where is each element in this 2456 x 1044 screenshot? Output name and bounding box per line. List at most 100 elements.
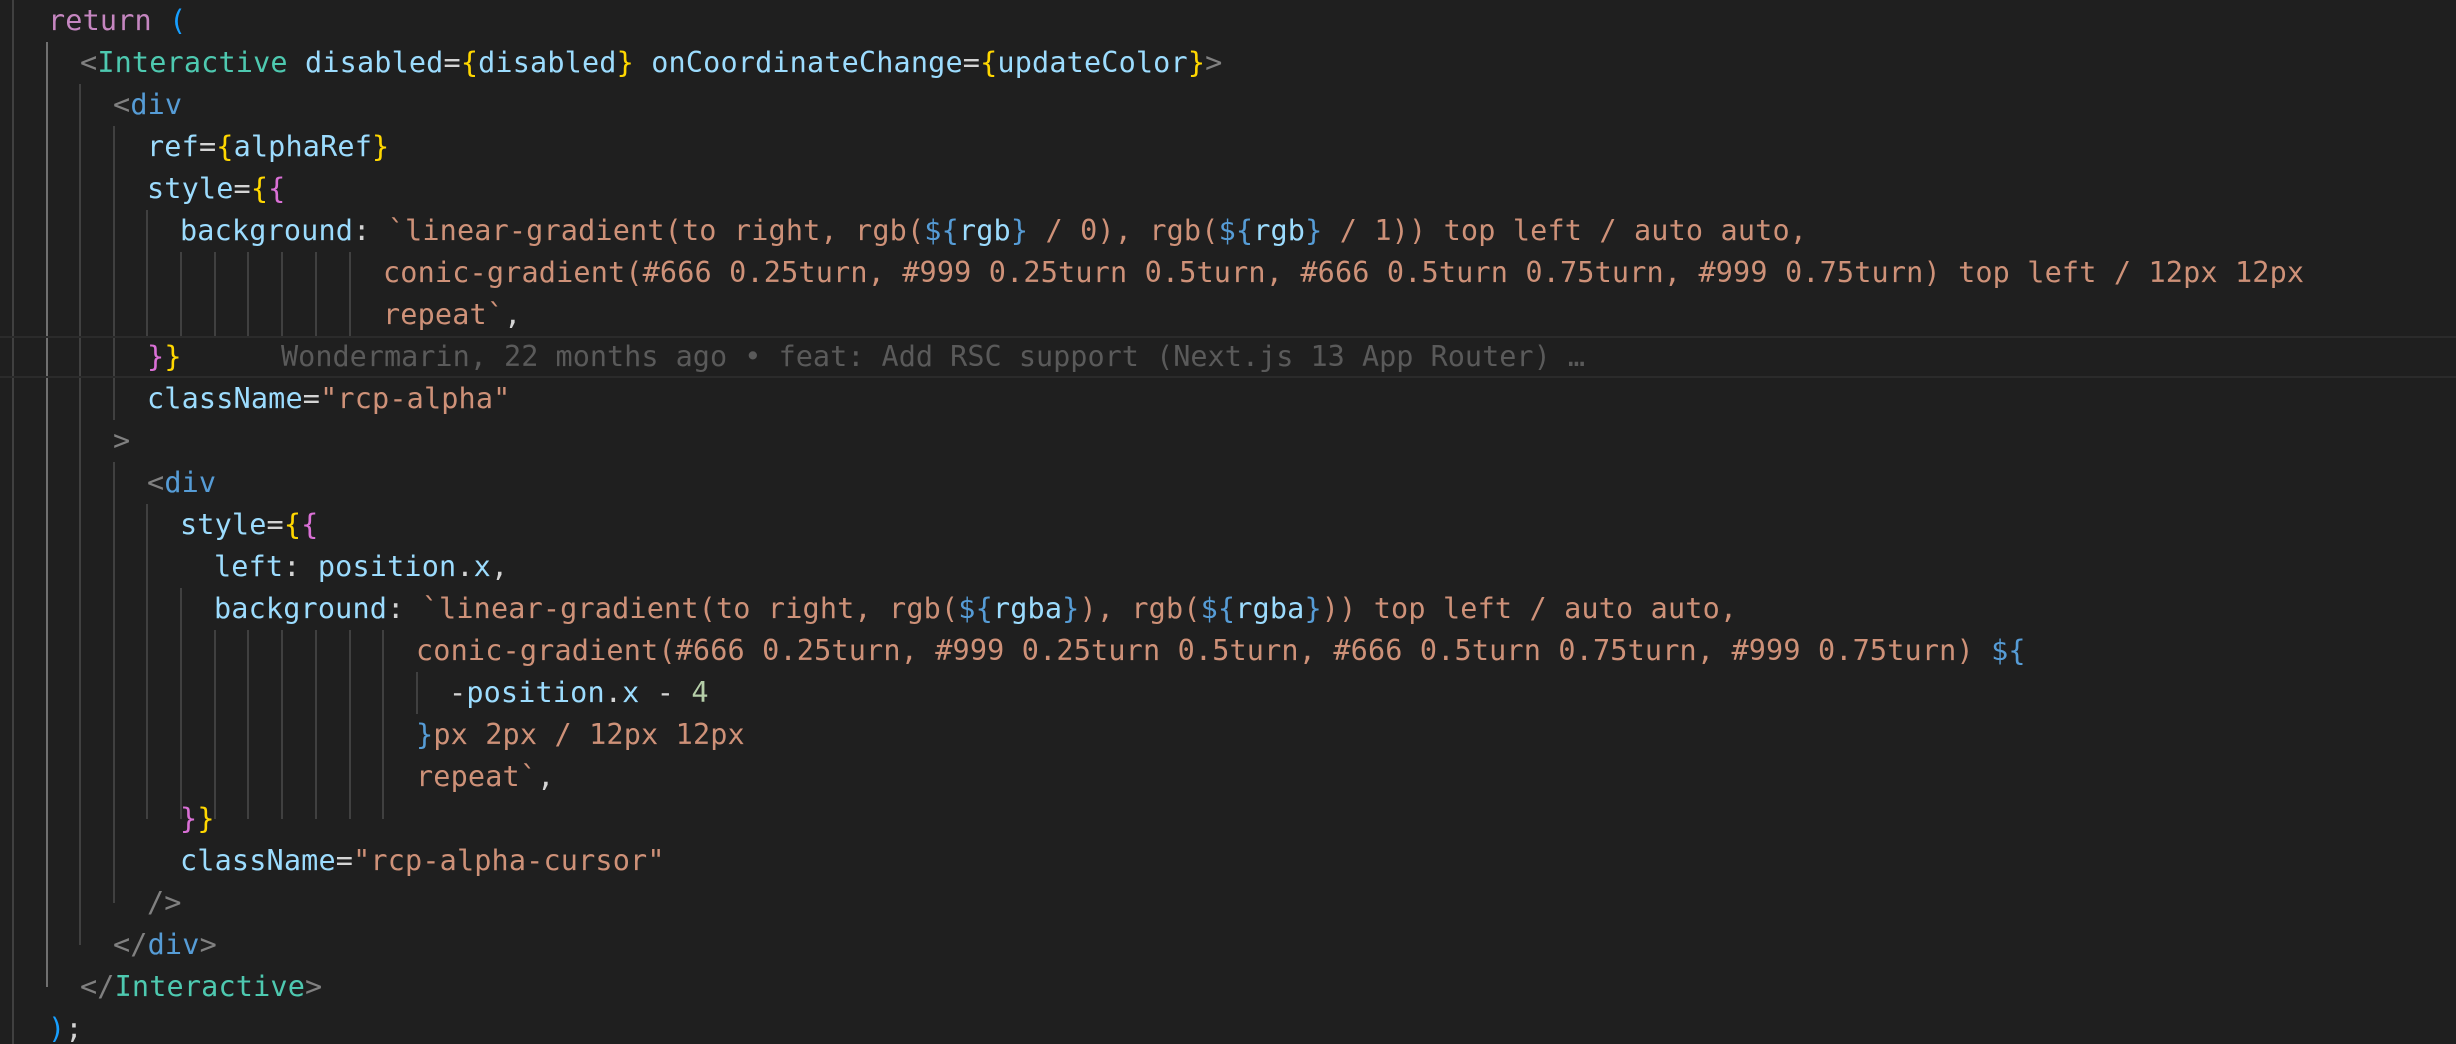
code-token: disabled bbox=[287, 46, 444, 79]
code-token: { bbox=[283, 508, 302, 541]
code-token: background bbox=[180, 214, 354, 247]
code-token: Interactive bbox=[114, 970, 306, 1003]
code-token: position bbox=[317, 550, 457, 583]
code-line[interactable]: return ( bbox=[0, 0, 2456, 42]
code-token: px 2px / 12px 12px bbox=[433, 718, 745, 751]
code-token: left bbox=[214, 550, 284, 583]
code-token: = bbox=[443, 46, 461, 79]
code-token: { bbox=[460, 46, 479, 79]
code-token: disabled bbox=[478, 46, 617, 79]
code-line[interactable]: className="rcp-alpha" bbox=[0, 378, 2456, 420]
code-token: } bbox=[164, 340, 182, 373]
code-token: . bbox=[456, 550, 474, 583]
code-token: )) top left / auto auto, bbox=[1321, 592, 1738, 625]
code-token: { bbox=[980, 46, 998, 79]
code-token: repeat` bbox=[383, 298, 505, 331]
code-token: ${ bbox=[1991, 634, 2026, 667]
code-token: > bbox=[1205, 46, 1223, 79]
code-line[interactable]: <div bbox=[0, 462, 2456, 504]
code-token: = bbox=[266, 508, 284, 541]
code-line[interactable]: </div> bbox=[0, 924, 2456, 966]
code-line[interactable]: className="rcp-alpha-cursor" bbox=[0, 840, 2456, 882]
code-token: rgba bbox=[1235, 592, 1305, 625]
code-line[interactable]: -position.x - 4 bbox=[0, 672, 2456, 714]
code-token: x bbox=[473, 550, 491, 583]
code-token: - bbox=[449, 676, 467, 709]
code-token: } bbox=[180, 802, 198, 835]
code-line[interactable]: /> bbox=[0, 882, 2456, 924]
code-token: "rcp-alpha-cursor" bbox=[353, 844, 665, 877]
code-line[interactable]: background: `linear-gradient(to right, r… bbox=[0, 210, 2456, 252]
code-token: onCoordinateChange bbox=[633, 46, 963, 79]
code-token: / 1)) top left / auto auto, bbox=[1322, 214, 1808, 247]
code-line[interactable]: conic-gradient(#666 0.25turn, #999 0.25t… bbox=[0, 630, 2456, 672]
code-line[interactable]: style={{ bbox=[0, 504, 2456, 546]
code-line[interactable]: style={{ bbox=[0, 168, 2456, 210]
code-token: > bbox=[113, 424, 131, 457]
code-token: } bbox=[197, 802, 215, 835]
code-token: < bbox=[80, 46, 98, 79]
code-token: { bbox=[216, 130, 234, 163]
code-token: } bbox=[1187, 46, 1206, 79]
code-token: : bbox=[283, 550, 318, 583]
code-token: > bbox=[305, 970, 323, 1003]
code-token: 4 bbox=[691, 676, 709, 709]
code-token: updateColor bbox=[997, 46, 1188, 79]
code-token: rgb bbox=[958, 214, 1011, 247]
code-token: } bbox=[147, 340, 165, 373]
code-token: } bbox=[1010, 214, 1029, 247]
code-token: } bbox=[416, 718, 434, 751]
code-line[interactable]: }px 2px / 12px 12px bbox=[0, 714, 2456, 756]
code-token: ${ bbox=[924, 214, 959, 247]
code-line[interactable]: repeat`, bbox=[0, 294, 2456, 336]
code-line[interactable]: background: `linear-gradient(to right, r… bbox=[0, 588, 2456, 630]
code-token: /> bbox=[147, 886, 182, 919]
git-blame-annotation[interactable]: Wondermarin, 22 months ago • feat: Add R… bbox=[281, 339, 1585, 375]
code-token: / 0), rgb( bbox=[1028, 214, 1219, 247]
code-token: < bbox=[113, 88, 131, 121]
code-token: } bbox=[1304, 592, 1322, 625]
current-code-line[interactable]: }} Wondermarin, 22 months ago • feat: Ad… bbox=[0, 336, 2456, 378]
code-token: "rcp-alpha" bbox=[320, 382, 511, 415]
code-token: . bbox=[604, 676, 623, 709]
code-token: = bbox=[302, 382, 321, 415]
code-token: = bbox=[335, 844, 354, 877]
code-token: { bbox=[250, 172, 269, 205]
code-token: Interactive bbox=[97, 46, 288, 79]
code-token: - bbox=[639, 676, 692, 709]
code-token: ref bbox=[147, 130, 199, 163]
code-line[interactable]: <Interactive disabled={disabled} onCoord… bbox=[0, 42, 2456, 84]
code-token: className bbox=[180, 844, 336, 877]
code-token: = bbox=[962, 46, 981, 79]
code-line[interactable]: conic-gradient(#666 0.25turn, #999 0.25t… bbox=[0, 252, 2456, 294]
code-line[interactable]: > bbox=[0, 420, 2456, 462]
code-line[interactable]: repeat`, bbox=[0, 756, 2456, 798]
code-token: rgba bbox=[992, 592, 1063, 625]
code-token: background bbox=[214, 592, 388, 625]
code-token: ${ bbox=[1200, 592, 1236, 625]
code-token: ( bbox=[151, 4, 187, 37]
code-line[interactable]: ); bbox=[0, 1008, 2456, 1044]
code-token: className bbox=[147, 382, 303, 415]
code-token: x bbox=[622, 676, 640, 709]
code-token: `linear-gradient(to right, rgb( bbox=[387, 214, 925, 247]
code-token: return bbox=[48, 4, 152, 37]
code-line[interactable]: }} bbox=[0, 798, 2456, 840]
code-token: div bbox=[164, 466, 217, 499]
code-editor[interactable]: return ( <Interactive disabled={disabled… bbox=[0, 0, 2456, 1044]
code-token: : bbox=[387, 592, 422, 625]
code-token: > bbox=[199, 928, 217, 961]
code-token: ${ bbox=[1218, 214, 1254, 247]
code-line[interactable]: <div bbox=[0, 84, 2456, 126]
code-token: style bbox=[180, 508, 267, 541]
code-line[interactable]: left: position.x, bbox=[0, 546, 2456, 588]
code-line[interactable]: </Interactive> bbox=[0, 966, 2456, 1008]
code-token: conic-gradient(#666 0.25turn, #999 0.25t… bbox=[416, 634, 1992, 667]
code-token: { bbox=[268, 172, 286, 205]
code-token: ; bbox=[65, 1012, 83, 1044]
code-token: ) bbox=[48, 1012, 66, 1044]
code-token: ), rgb( bbox=[1079, 592, 1201, 625]
code-token: } bbox=[1062, 592, 1080, 625]
code-token: , bbox=[490, 550, 509, 583]
code-line[interactable]: ref={alphaRef} bbox=[0, 126, 2456, 168]
